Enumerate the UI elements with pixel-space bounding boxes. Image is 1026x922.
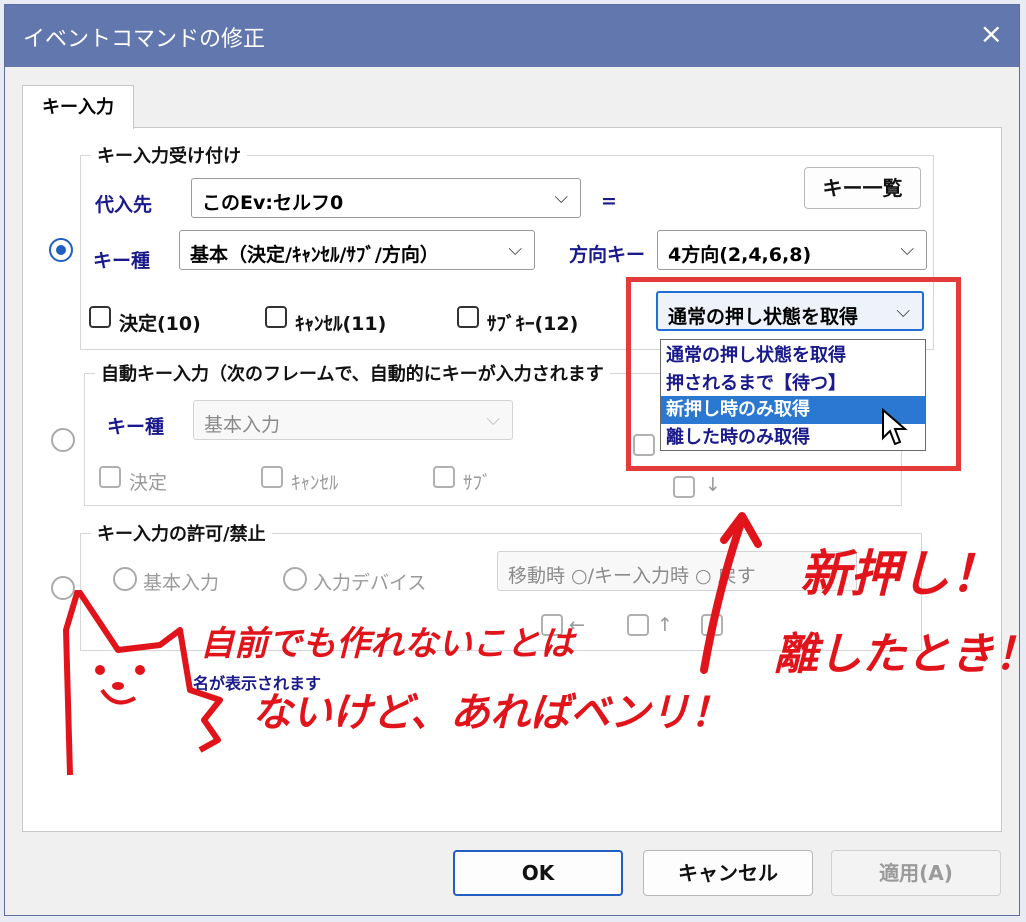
checkbox-sub[interactable] xyxy=(457,306,479,328)
radio-auto-key-input[interactable] xyxy=(51,428,75,452)
permission-checkbox-up[interactable] xyxy=(627,614,649,636)
direction-value: 4方向(2,4,6,8) xyxy=(668,244,812,266)
auto-key-type-combo[interactable]: 基本入力 ⌵ xyxy=(193,400,513,440)
ok-button[interactable]: OK xyxy=(453,850,623,896)
auto-checkbox-decide[interactable] xyxy=(99,466,121,488)
auto-key-type-label: キー種 xyxy=(107,416,165,438)
highlight-red-box xyxy=(626,277,961,471)
title-bar: イベントコマンドの修正 × xyxy=(5,5,1019,67)
annotation-cat-line2: ないけど、あればベンリ！ xyxy=(252,689,730,736)
radio-basic-input[interactable] xyxy=(113,567,137,591)
assign-combo[interactable]: このEv:セルフ0 ⌵ xyxy=(191,178,581,218)
auto-checkbox-down[interactable] xyxy=(673,476,695,498)
checkbox-cancel[interactable] xyxy=(265,306,287,328)
key-type-value: 基本（決定/ｷｬﾝｾﾙ/ｻﾌﾞ/方向） xyxy=(190,244,439,266)
checkbox-decide[interactable] xyxy=(89,306,111,328)
key-type-combo[interactable]: 基本（決定/ｷｬﾝｾﾙ/ｻﾌﾞ/方向） ⌵ xyxy=(179,230,535,270)
checkbox-cancel-label: ｷｬﾝｾﾙ(11) xyxy=(295,313,387,335)
key-type-label: キー種 xyxy=(93,250,151,272)
group-legend-permission: キー入力の許可/禁止 xyxy=(91,520,272,546)
group-legend-auto: 自動キー入力（次のフレームで、自動的にキーが入力されます xyxy=(95,360,610,386)
auto-key-type-value: 基本入力 xyxy=(204,414,281,436)
key-list-button[interactable]: キー一覧 xyxy=(804,167,921,209)
annotation-right-line1: 新押し！ xyxy=(800,544,1000,603)
arrow-up-label: ↑ xyxy=(657,614,673,636)
apply-button[interactable]: 適用(A) xyxy=(831,850,1001,896)
chevron-down-icon: ⌵ xyxy=(486,409,500,430)
window-title: イベントコマンドの修正 xyxy=(23,27,266,52)
chevron-down-icon: ⌵ xyxy=(508,239,522,260)
checkbox-sub-label: ｻﾌﾞｷｰ(12) xyxy=(487,313,579,335)
auto-checkbox-cancel[interactable] xyxy=(261,466,283,488)
annotation-cat-line1: 自前でも作れないことは xyxy=(200,624,574,664)
close-icon[interactable]: × xyxy=(980,17,1003,50)
direction-label: 方向キー xyxy=(569,244,646,266)
auto-checkbox-cancel-label: ｷｬﾝｾﾙ xyxy=(291,472,339,494)
cancel-button[interactable]: キャンセル xyxy=(643,850,813,896)
assign-label: 代入先 xyxy=(95,194,153,216)
assign-value: このEv:セルフ0 xyxy=(202,192,344,214)
tab-key-input[interactable]: キー入力 xyxy=(22,85,134,129)
auto-checkbox-sub-label: ｻﾌﾞ xyxy=(463,472,492,494)
radio-key-input-accept[interactable] xyxy=(49,238,73,262)
chevron-down-icon: ⌵ xyxy=(900,239,914,260)
annotation-right-line2: 離したとき！ xyxy=(774,629,1026,680)
arrow-down-label: ↓ xyxy=(705,474,721,496)
chevron-down-icon: ⌵ xyxy=(554,187,568,208)
auto-checkbox-sub[interactable] xyxy=(433,466,455,488)
direction-combo[interactable]: 4方向(2,4,6,8) ⌵ xyxy=(657,230,927,270)
radio-input-device-label: 入力デバイス xyxy=(313,572,427,594)
group-legend-accept: キー入力受け付け xyxy=(91,142,247,168)
mouse-cursor-icon xyxy=(881,407,909,452)
checkbox-decide-label: 決定(10) xyxy=(119,313,201,335)
equals-sign: = xyxy=(601,190,617,212)
radio-input-device[interactable] xyxy=(283,567,307,591)
up-arrow-icon xyxy=(700,512,762,674)
auto-checkbox-decide-label: 決定 xyxy=(129,472,168,494)
